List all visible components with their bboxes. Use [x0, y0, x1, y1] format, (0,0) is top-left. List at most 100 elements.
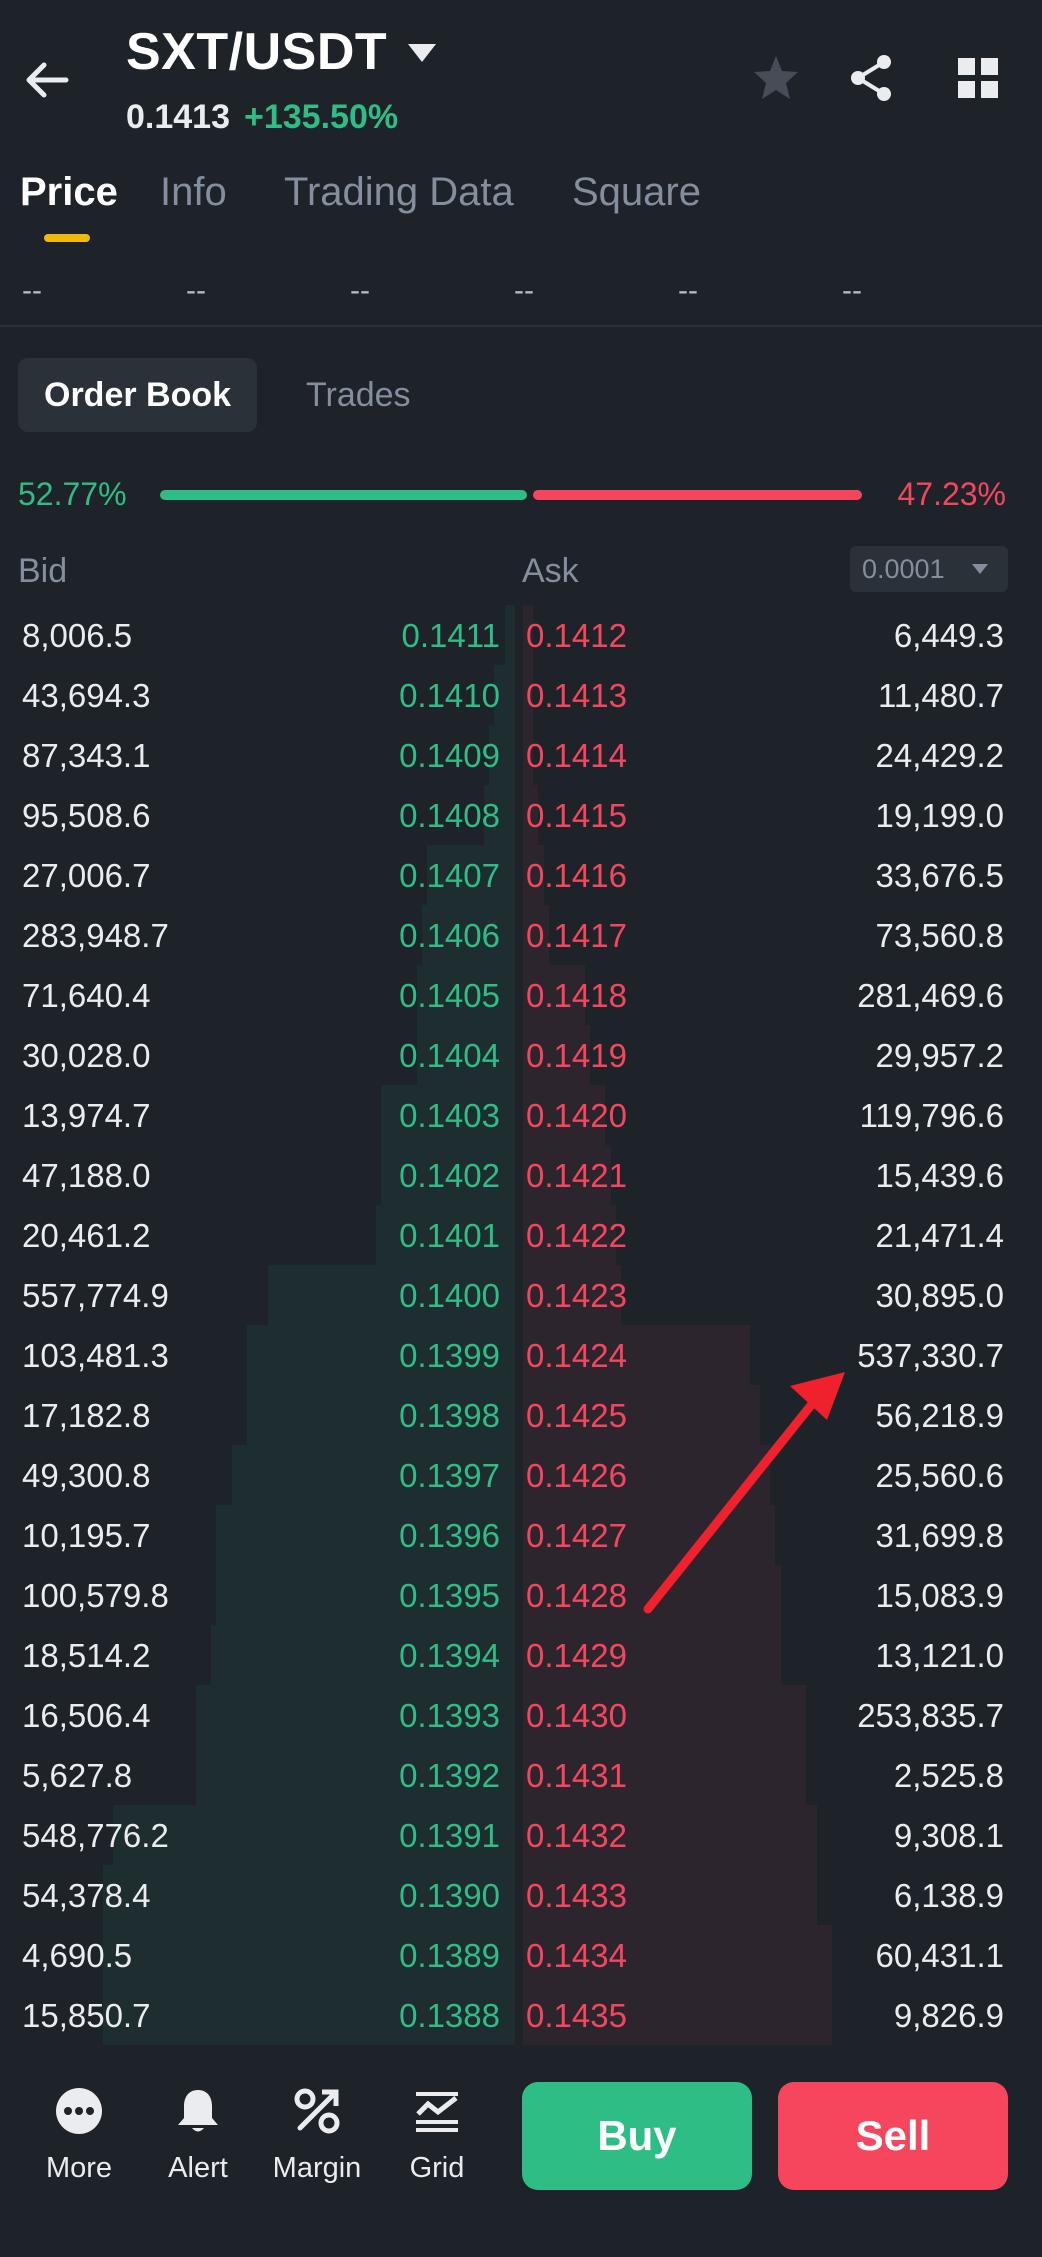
- ask-price: 0.1434: [526, 1937, 627, 1974]
- ask-price: 0.1433: [526, 1877, 627, 1914]
- bid-price: 0.1406: [399, 917, 500, 954]
- book-row[interactable]: 54,378.4 0.1390 0.1433 6,138.9: [0, 1865, 1042, 1925]
- book-row[interactable]: 557,774.9 0.1400 0.1423 30,895.0: [0, 1265, 1042, 1325]
- book-column-headers: Bid Ask 0.0001: [0, 546, 1042, 596]
- ask-price: 0.1422: [526, 1217, 627, 1254]
- bid-price: 0.1408: [399, 797, 500, 834]
- ask-price: 0.1429: [526, 1637, 627, 1674]
- ask-ratio: 47.23%: [897, 476, 1006, 512]
- bid-price: 0.1399: [399, 1337, 500, 1374]
- nav-more[interactable]: More: [24, 2086, 134, 2185]
- book-row[interactable]: 49,300.8 0.1397 0.1426 25,560.6: [0, 1445, 1042, 1505]
- tab-info[interactable]: Info: [160, 170, 227, 215]
- bid-quantity: 4,690.5: [22, 1937, 133, 1974]
- bottom-action-bar: More Alert Margin Grid Buy Sell: [0, 2052, 1042, 2257]
- tab-price[interactable]: Price: [20, 170, 118, 215]
- bid-quantity: 71,640.4: [22, 977, 151, 1014]
- bid-ratio-bar: [160, 490, 527, 500]
- ask-price: 0.1435: [526, 1997, 627, 2034]
- ask-price: 0.1416: [526, 857, 627, 894]
- bid-price: 0.1409: [399, 737, 500, 774]
- tab-trades[interactable]: Trades: [280, 358, 437, 432]
- period-value: --: [514, 274, 534, 307]
- book-row[interactable]: 47,188.0 0.1402 0.1421 15,439.6: [0, 1145, 1042, 1205]
- ask-price: 0.1412: [526, 617, 627, 654]
- book-row[interactable]: 283,948.7 0.1406 0.1417 73,560.8: [0, 905, 1042, 965]
- nav-margin[interactable]: Margin: [262, 2086, 372, 2185]
- main-tabs: Price Info Trading Data Square: [0, 160, 1042, 242]
- bid-quantity: 548,776.2: [22, 1817, 169, 1854]
- ask-quantity: 25,560.6: [875, 1457, 1004, 1494]
- back-arrow-icon[interactable]: [18, 50, 78, 110]
- bid-quantity: 95,508.6: [22, 797, 151, 834]
- tab-trading-data[interactable]: Trading Data: [284, 170, 514, 215]
- share-icon[interactable]: [844, 50, 900, 106]
- book-row[interactable]: 15,850.7 0.1388 0.1435 9,826.9: [0, 1985, 1042, 2045]
- ask-price: 0.1430: [526, 1697, 627, 1734]
- bid-quantity: 20,461.2: [22, 1217, 151, 1254]
- precision-select[interactable]: 0.0001: [850, 546, 1008, 592]
- ask-quantity: 253,835.7: [857, 1697, 1004, 1734]
- ask-quantity: 537,330.7: [857, 1337, 1004, 1374]
- book-row[interactable]: 87,343.1 0.1409 0.1414 24,429.2: [0, 725, 1042, 785]
- tab-square[interactable]: Square: [572, 170, 701, 215]
- book-row[interactable]: 5,627.8 0.1392 0.1431 2,525.8: [0, 1745, 1042, 1805]
- ask-quantity: 29,957.2: [875, 1037, 1004, 1074]
- bid-quantity: 18,514.2: [22, 1637, 151, 1674]
- sell-button[interactable]: Sell: [778, 2082, 1008, 2190]
- bid-quantity: 283,948.7: [22, 917, 169, 954]
- nav-alert[interactable]: Alert: [143, 2086, 253, 2185]
- book-row[interactable]: 100,579.8 0.1395 0.1428 15,083.9: [0, 1565, 1042, 1625]
- ask-price: 0.1418: [526, 977, 627, 1014]
- bid-price: 0.1389: [399, 1937, 500, 1974]
- nav-grid[interactable]: Grid: [382, 2086, 492, 2185]
- ask-price: 0.1423: [526, 1277, 627, 1314]
- book-row[interactable]: 4,690.5 0.1389 0.1434 60,431.1: [0, 1925, 1042, 1985]
- book-row[interactable]: 548,776.2 0.1391 0.1432 9,308.1: [0, 1805, 1042, 1865]
- caret-down-icon[interactable]: [404, 38, 440, 68]
- ask-quantity: 21,471.4: [875, 1217, 1004, 1254]
- book-row[interactable]: 16,506.4 0.1393 0.1430 253,835.7: [0, 1685, 1042, 1745]
- book-row[interactable]: 30,028.0 0.1404 0.1419 29,957.2: [0, 1025, 1042, 1085]
- book-row[interactable]: 10,195.7 0.1396 0.1427 31,699.8: [0, 1505, 1042, 1565]
- ask-quantity: 60,431.1: [875, 1937, 1004, 1974]
- ask-quantity: 9,308.1: [893, 1817, 1004, 1854]
- tab-order-book[interactable]: Order Book: [18, 358, 258, 432]
- book-row[interactable]: 103,481.3 0.1399 0.1424 537,330.7: [0, 1325, 1042, 1385]
- book-row[interactable]: 27,006.7 0.1407 0.1416 33,676.5: [0, 845, 1042, 905]
- ask-price: 0.1427: [526, 1517, 627, 1554]
- buy-button[interactable]: Buy: [522, 2082, 752, 2190]
- star-icon[interactable]: [748, 50, 804, 106]
- period-value: --: [350, 274, 370, 307]
- book-row[interactable]: 8,006.5 0.1411 0.1412 6,449.3: [0, 605, 1042, 665]
- bid-quantity: 10,195.7: [22, 1517, 151, 1554]
- nav-label: More: [45, 2152, 113, 2184]
- bid-price: 0.1394: [399, 1637, 500, 1674]
- bid-quantity: 54,378.4: [22, 1877, 151, 1914]
- bid-quantity: 100,579.8: [22, 1577, 169, 1614]
- bid-price: 0.1396: [399, 1517, 500, 1554]
- book-row[interactable]: 95,508.6 0.1408 0.1415 19,199.0: [0, 785, 1042, 845]
- book-row[interactable]: 71,640.4 0.1405 0.1418 281,469.6: [0, 965, 1042, 1025]
- bid-ratio: 52.77%: [18, 476, 127, 512]
- bid-price: 0.1405: [399, 977, 500, 1014]
- bid-price: 0.1391: [399, 1817, 500, 1854]
- bid-quantity: 43,694.3: [22, 677, 151, 714]
- precision-value: 0.0001: [862, 554, 945, 584]
- book-row[interactable]: 13,974.7 0.1403 0.1420 119,796.6: [0, 1085, 1042, 1145]
- ask-quantity: 11,480.7: [877, 677, 1004, 714]
- bid-price: 0.1395: [399, 1577, 500, 1614]
- percent-icon: [294, 2088, 340, 2134]
- book-row[interactable]: 17,182.8 0.1398 0.1425 56,218.9: [0, 1385, 1042, 1445]
- bid-price: 0.1410: [399, 677, 500, 714]
- nav-label: Grid: [409, 2152, 465, 2184]
- bid-quantity: 17,182.8: [22, 1397, 151, 1434]
- book-row[interactable]: 20,461.2 0.1401 0.1422 21,471.4: [0, 1205, 1042, 1265]
- grid-menu-icon[interactable]: [950, 50, 1006, 106]
- bid-ask-ratio: 52.77% 47.23%: [0, 470, 1042, 520]
- ask-quantity: 9,826.9: [893, 1997, 1004, 2034]
- book-row[interactable]: 18,514.2 0.1394 0.1429 13,121.0: [0, 1625, 1042, 1685]
- book-row[interactable]: 43,694.3 0.1410 0.1413 11,480.7: [0, 665, 1042, 725]
- bid-quantity: 8,006.5: [22, 617, 133, 654]
- pair-title[interactable]: SXT/USDT: [126, 22, 387, 82]
